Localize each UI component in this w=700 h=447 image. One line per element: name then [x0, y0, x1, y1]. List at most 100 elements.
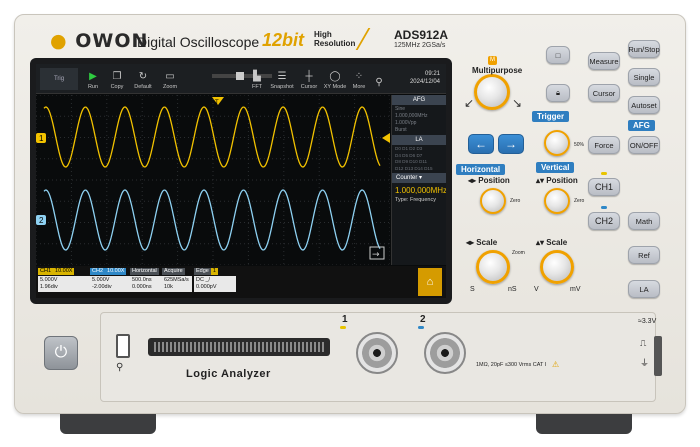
vertical-scale-knob[interactable] — [540, 250, 574, 284]
millivolts-label: mV — [570, 286, 581, 293]
lock-button[interactable]: 🔒︎ — [546, 84, 570, 102]
xy-mode-icon: ◯ — [329, 71, 341, 82]
edge-level: 0.000pV — [196, 284, 217, 290]
right-arrow-button[interactable]: → — [498, 134, 524, 154]
timebase-marker[interactable] — [236, 72, 244, 80]
edge-mode: DC _/ — [196, 277, 211, 283]
la-panel-title[interactable]: LA — [392, 135, 446, 145]
math-button[interactable]: Math — [628, 212, 660, 230]
ch2-status[interactable]: CH2 10.00X 5.000V -2.00div — [90, 268, 130, 292]
input-spec-label: 1MΩ, 20pF ≤300 Vrms CAT I — [476, 362, 547, 368]
default-button[interactable]: ↻ Default — [130, 66, 156, 92]
display-screen: Trig ▶ Run ❐ Copy ↻ Default ▭ Zoom ▙ FFT… — [36, 64, 446, 298]
volts-label: V — [534, 286, 539, 293]
acquire-depth: 10k — [164, 284, 173, 290]
la-pins — [154, 342, 324, 352]
la-channel-grid: D0 D1 D2 D3 D4 D5 D6 D7 D8 D9 D10 D11 D1… — [392, 145, 446, 173]
multipurpose-knob[interactable] — [474, 74, 510, 110]
acquire-values: 625MSa/s 10k — [162, 276, 192, 292]
power-icon: ⏻ — [54, 344, 68, 361]
left-arrow-button[interactable]: ← — [468, 134, 494, 154]
horizontal-scale: 500.0ns — [132, 277, 152, 283]
cursor-button[interactable]: Cursor — [588, 84, 620, 102]
measure-button[interactable]: Measure — [588, 52, 620, 70]
usb-status: ⚲ — [372, 66, 386, 92]
ch2-scale: 5.000V — [92, 277, 110, 283]
ch1-button[interactable]: CH1 — [588, 178, 620, 196]
rotate-left-icon: ↙ — [464, 96, 475, 110]
svg-text:1: 1 — [39, 134, 44, 143]
trigger-level-knob[interactable] — [544, 130, 570, 156]
arrow-left-icon: ← — [475, 137, 487, 151]
cursor-toolbar-button[interactable]: ┼ Cursor — [296, 66, 322, 92]
fft-label: FFT — [251, 84, 263, 90]
run-stop-button[interactable]: Run/Stop — [628, 40, 660, 58]
vertical-section-label: Vertical — [536, 162, 575, 173]
trigger-status[interactable]: Edge 1 DC _/0.000pV — [194, 268, 236, 292]
vertical-position-text: Position — [546, 176, 578, 185]
probe-comp-terminal[interactable] — [654, 336, 662, 376]
afg-on-off-button[interactable]: ON/OFF — [628, 136, 660, 154]
edge-source: 1 — [210, 268, 218, 275]
acquire-status[interactable]: Acquire 625MSa/s 10k — [162, 268, 192, 292]
m-badge: M — [488, 56, 497, 65]
usb-icon: ⚲ — [375, 77, 383, 88]
horizontal-status[interactable]: Horizontal 500.0ns 0.000ns — [130, 268, 162, 292]
fft-icon: ▙ — [253, 71, 261, 82]
xy-mode-label: XY Mode — [323, 84, 347, 90]
copy-label: Copy — [110, 84, 124, 90]
counter-title[interactable]: Counter ▾ — [392, 173, 446, 183]
acquire-status-head: Acquire — [162, 268, 185, 275]
single-button[interactable]: Single — [628, 68, 660, 86]
probe-comp-voltage: ≈3.3V — [638, 318, 657, 325]
afg-info: Sine 1.000,000MHz 1.000Vpp Burst — [392, 105, 446, 135]
ch2-bnc-input[interactable] — [424, 332, 466, 374]
logic-analyzer-connector[interactable] — [148, 338, 330, 356]
warning-icon: ⚠ — [552, 360, 560, 369]
ch1-status-head: CH1 — [38, 268, 54, 275]
ch2-indicator — [601, 206, 607, 209]
horizontal-scale-text: Scale — [476, 238, 498, 247]
vertical-position-knob[interactable] — [544, 188, 570, 214]
trigger-section-label: Trigger — [532, 111, 570, 122]
afg-panel-title[interactable]: AFG — [392, 95, 446, 105]
afg-line: 1.000Vpp — [395, 120, 417, 126]
autoset-button[interactable]: Autoset — [628, 96, 660, 114]
home-button[interactable]: ⌂ — [418, 268, 442, 296]
afg-line: Burst — [395, 127, 407, 133]
hires-line-1: High — [314, 30, 332, 39]
ref-button[interactable]: Ref — [628, 246, 660, 264]
xy-mode-button[interactable]: ◯ XY Mode — [322, 66, 348, 92]
model-spec: 125MHz 2GSa/s — [394, 42, 446, 49]
zoom-button[interactable]: ▭ Zoom — [158, 66, 182, 92]
trigger-level-marker — [382, 133, 390, 143]
cursor-icon: ┼ — [305, 71, 313, 82]
copy-button[interactable]: ❐ Copy — [106, 66, 128, 92]
play-icon: ▶ — [89, 71, 97, 82]
snapshot-icon: ☰ — [277, 71, 287, 82]
edge-status-head: Edge — [194, 268, 211, 275]
trig-tab[interactable]: Trig — [40, 68, 78, 90]
horizontal-scale-knob[interactable] — [476, 250, 510, 284]
lock-icon: 🔒︎ — [556, 88, 560, 97]
run-button[interactable]: ▶ Run — [82, 66, 104, 92]
force-button[interactable]: Force — [588, 136, 620, 154]
horizontal-section-label: Horizontal — [456, 164, 506, 175]
la-button[interactable]: LA — [628, 280, 660, 298]
exit-icon: → — [369, 246, 385, 260]
stop-square-button[interactable]: □ — [546, 46, 570, 64]
ch2-button[interactable]: CH2 — [588, 212, 620, 230]
waveform-graticule[interactable]: 1 2 T → — [36, 95, 390, 265]
more-button[interactable]: ⁘ More — [348, 66, 370, 92]
power-button[interactable]: ⏻ — [44, 336, 78, 370]
ch1-bnc-input[interactable] — [356, 332, 398, 374]
product-title: Digital Oscilloscope — [137, 34, 260, 50]
usb-host-port[interactable] — [116, 334, 130, 358]
horizontal-scale-label: ◂▸ Scale — [466, 238, 498, 247]
side-info-panel: AFG Sine 1.000,000MHz 1.000Vpp Burst LA … — [391, 95, 446, 265]
afg-line: Sine — [395, 106, 406, 112]
fft-button[interactable]: ▙ FFT — [246, 66, 268, 92]
horizontal-position-knob[interactable] — [480, 188, 506, 214]
logic-analyzer-label: Logic Analyzer — [186, 368, 271, 380]
snapshot-button[interactable]: ☰ Snapshot — [268, 66, 296, 92]
